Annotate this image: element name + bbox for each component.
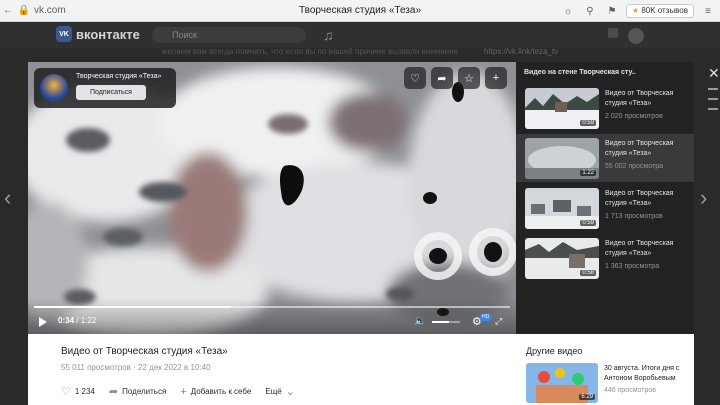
play-icon[interactable] (39, 317, 47, 327)
search-icon[interactable]: ⚲ (582, 3, 598, 19)
time-display: 0:34 / 1:22 (58, 316, 97, 325)
add-label: Добавить к себе (190, 387, 252, 396)
current-time: 0:34 (58, 316, 75, 325)
translate-icon[interactable]: ☼ (560, 3, 576, 19)
video-views: 2 020 просмотров (605, 113, 663, 120)
video-actions: ♡ 1 234 ➦ Поделиться + Добавить к себе Е… (61, 385, 295, 399)
vk-logo-text: вконтакте (76, 26, 140, 42)
side-dash-3 (708, 108, 718, 110)
share-icon[interactable]: ➦ (431, 67, 453, 89)
channel-box: Творческая студия «Теза» Подписаться (34, 68, 176, 108)
plus-icon: + (180, 385, 187, 398)
duration: 1:22 (80, 316, 97, 325)
video-views: 1 713 просмотров (605, 213, 663, 220)
video-views: 55 002 просмотра (605, 163, 663, 170)
channel-avatar[interactable] (40, 74, 68, 102)
video-thumbnail[interactable]: 0:58 (525, 238, 599, 279)
like-button[interactable]: ♡ 1 234 (61, 385, 95, 398)
playlist-item[interactable]: 0:58 Видео от Творческая студия «Теза» 1… (516, 234, 694, 282)
video-info-panel: Видео от Творческая студия «Теза» 55 011… (28, 334, 516, 405)
browser-bar: ← 🔒 vk.com Творческая студия «Теза» ☼ ⚲ … (0, 0, 720, 22)
progress-bar[interactable] (34, 306, 510, 308)
video-title[interactable]: Видео от Творческая студия «Теза» (605, 239, 691, 259)
side-dash-2 (708, 98, 718, 100)
video-duration: 0:59 (580, 120, 596, 126)
lock-icon: 🔒 (17, 5, 31, 16)
fullscreen-icon[interactable]: ⤢ (495, 316, 502, 327)
video-title[interactable]: Видео от Творческая студия «Теза» (605, 139, 691, 159)
other-video-views: 446 просмотров (604, 387, 656, 394)
playlist-title: Видео на стене Творческая сту.. (524, 69, 636, 76)
next-arrow-icon[interactable]: › (700, 185, 707, 211)
video-meta: 55 011 просмотров · 22 дек 2022 в 10:40 (61, 363, 211, 372)
star-icon: ★ (631, 6, 640, 15)
volume-slider[interactable] (432, 321, 460, 323)
other-video-thumbnail[interactable]: 6:29 (526, 363, 598, 403)
video-thumbnail[interactable]: 0:59 (525, 188, 599, 229)
progress-fill (34, 306, 232, 308)
like-icon[interactable]: ♡ (404, 67, 426, 89)
add-to-me-button[interactable]: + Добавить к себе (180, 386, 251, 398)
vk-logo-icon: VK (56, 26, 72, 42)
video-duration: 0:59 (580, 220, 596, 226)
vk-logo[interactable]: VK вконтакте (56, 26, 140, 42)
video-title[interactable]: Видео от Творческая студия «Теза» (605, 89, 691, 109)
player-controls: 0:34 / 1:22 🔈 ⚙ HD ⤢ (28, 298, 516, 334)
more-button[interactable]: Ещё ⌄ (265, 385, 295, 398)
background-post-text: желаем вам всегда помнить, что если вы п… (162, 47, 459, 56)
heart-icon: ♡ (61, 386, 71, 398)
previous-arrow-icon[interactable]: ‹ (4, 185, 11, 211)
chevron-down-icon: ⌄ (285, 386, 295, 398)
add-icon[interactable]: + (485, 67, 507, 89)
reviews-text: 80K отзывов (641, 6, 688, 15)
share-icon: ➦ (108, 386, 119, 398)
reviews-badge[interactable]: ★ 80K отзывов (625, 4, 694, 18)
hd-badge: HD (480, 314, 492, 321)
subscribe-button[interactable]: Подписаться (76, 85, 146, 100)
bookmark-star-icon[interactable]: ☆ (458, 67, 480, 89)
video-thumbnail[interactable]: 0:59 (525, 88, 599, 129)
like-count: 1 234 (74, 387, 95, 396)
other-videos-title: Другие видео (526, 346, 583, 356)
apps-icon[interactable] (608, 28, 618, 38)
video-thumbnail[interactable]: 1:22 (525, 138, 599, 179)
video-duration: 0:58 (580, 270, 596, 276)
search-input[interactable]: Поиск (152, 27, 306, 43)
video-views: 1 363 просмотра (605, 263, 660, 270)
video-duration: 6:29 (579, 394, 595, 400)
bookmark-icon[interactable]: ⚑ (604, 3, 620, 19)
playlist-sidebar: Видео на стене Творческая сту.. 0:59 Вид… (516, 62, 694, 334)
channel-name[interactable]: Творческая студия «Теза» (76, 73, 161, 80)
share-button[interactable]: ➦ Поделиться (109, 385, 166, 398)
other-videos-panel: Другие видео 6:29 30 августа. Итоги дня … (516, 334, 694, 405)
share-label: Поделиться (122, 387, 167, 396)
playlist-item-active[interactable]: 1:22 Видео от Творческая студия «Теза» 5… (516, 134, 694, 182)
side-dash-1 (708, 88, 718, 90)
playlist-item[interactable]: 0:59 Видео от Творческая студия «Теза» 1… (516, 184, 694, 232)
playlist-item[interactable]: 0:59 Видео от Творческая студия «Теза» 2… (516, 84, 694, 132)
volume-fill (432, 321, 449, 323)
vk-header-right (608, 28, 644, 44)
music-icon[interactable]: ♫ (323, 27, 334, 43)
video-date: 22 дек 2022 в 10:40 (138, 363, 211, 372)
avatar[interactable] (628, 28, 644, 44)
other-video-title[interactable]: 30 августа. Итоги дня с Антоном Воробьев… (604, 364, 692, 384)
background-link: https://vk.link/teza_tv (484, 47, 559, 56)
video-views-main: 55 011 просмотров (61, 363, 131, 372)
back-icon[interactable]: ← (0, 3, 16, 19)
video-title[interactable]: Видео от Творческая студия «Теза» (605, 189, 691, 209)
settings-icon[interactable]: ≡ (700, 3, 716, 19)
more-label: Ещё (265, 387, 282, 396)
video-duration: 1:22 (580, 170, 596, 176)
player-top-actions: ♡ ➦ ☆ + (404, 67, 507, 89)
video-player[interactable]: Творческая студия «Теза» Подписаться ♡ ➦… (28, 62, 516, 334)
video-title-main: Видео от Творческая студия «Теза» (61, 346, 228, 357)
close-icon[interactable]: ✕ (708, 65, 720, 82)
browser-actions: ☼ ⚲ ⚑ ★ 80K отзывов ≡ (560, 3, 716, 19)
url-text[interactable]: vk.com (34, 5, 66, 16)
volume-icon[interactable]: 🔈 (414, 316, 426, 327)
